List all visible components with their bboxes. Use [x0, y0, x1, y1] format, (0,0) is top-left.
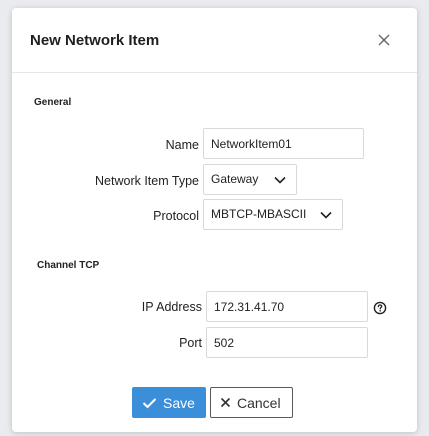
section-general-label: General [34, 97, 72, 108]
ip-address-input[interactable] [206, 291, 368, 322]
close-button[interactable] [374, 30, 394, 50]
x-icon [220, 397, 231, 408]
protocol-label: Protocol [153, 209, 199, 223]
port-input[interactable] [206, 327, 368, 358]
network-item-type-select[interactable]: Gateway [203, 164, 297, 195]
save-button[interactable]: Save [132, 387, 206, 418]
chevron-down-icon [320, 211, 332, 219]
name-label: Name [165, 138, 199, 152]
network-item-type-value: Gateway [211, 172, 259, 186]
chevron-down-icon [274, 176, 286, 184]
help-circle-icon[interactable] [373, 301, 387, 315]
name-input[interactable] [203, 128, 364, 159]
ip-address-label: IP Address [141, 300, 202, 314]
new-network-item-dialog: New Network Item General Name Network It… [12, 8, 417, 432]
cancel-button[interactable]: Cancel [210, 387, 293, 418]
port-label: Port [179, 336, 202, 350]
dialog-header: New Network Item [12, 8, 417, 73]
close-icon [378, 34, 390, 46]
protocol-value: MBTCP-MBASCII [211, 207, 307, 221]
network-item-type-label: Network Item Type [95, 174, 199, 188]
cancel-button-label: Cancel [237, 394, 281, 411]
check-icon [142, 397, 157, 408]
section-channel-tcp-label: Channel TCP [37, 260, 100, 271]
dialog-title: New Network Item [30, 32, 160, 49]
protocol-select[interactable]: MBTCP-MBASCII [203, 199, 343, 230]
save-button-label: Save [163, 394, 195, 411]
